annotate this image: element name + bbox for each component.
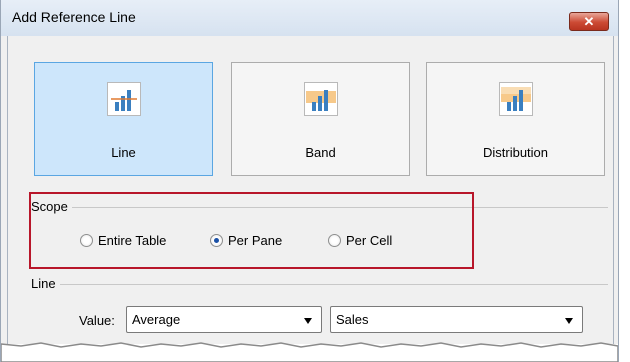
chevron-down-icon[interactable] (304, 318, 312, 324)
line-chart-icon (107, 82, 141, 116)
line-group-divider (60, 284, 608, 285)
dialog-body: Line Band Distribution Scope Entire Tabl… (7, 36, 614, 362)
band-chart-icon (304, 82, 338, 116)
type-label-line: Line (111, 145, 136, 160)
type-label-distribution: Distribution (482, 145, 549, 160)
title-bar[interactable]: Add Reference Line ✕ (1, 0, 618, 36)
torn-edge-shape (1, 342, 618, 362)
type-button-line[interactable]: Line (34, 62, 213, 176)
distribution-chart-icon (499, 82, 533, 116)
field-select[interactable]: Sales (330, 306, 583, 333)
line-group-title: Line (31, 276, 60, 291)
dialog-title: Add Reference Line (12, 9, 136, 25)
aggregation-selected-value: Average (132, 312, 181, 327)
value-label: Value: (79, 313, 115, 328)
add-reference-line-dialog: Add Reference Line ✕ Line Band Distribut… (0, 0, 619, 362)
close-icon: ✕ (583, 14, 595, 29)
field-selected-value: Sales (336, 312, 369, 327)
close-button[interactable]: ✕ (569, 12, 609, 31)
scope-highlight-box (29, 192, 474, 269)
aggregation-select[interactable]: Average (126, 306, 322, 333)
chevron-down-icon[interactable] (565, 318, 573, 324)
torn-edge-decoration (1, 342, 618, 362)
type-label-band: Band (305, 145, 336, 160)
type-button-band[interactable]: Band (231, 62, 410, 176)
type-button-distribution[interactable]: Distribution (426, 62, 605, 176)
